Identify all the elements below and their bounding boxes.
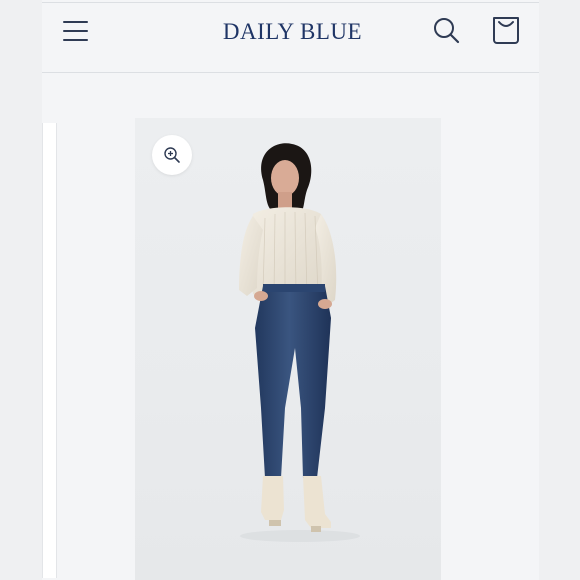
search-button[interactable] (430, 15, 464, 47)
thumbnail-strip[interactable] (42, 123, 57, 578)
page-margin-left (0, 0, 42, 580)
menu-button[interactable] (60, 16, 92, 46)
product-image[interactable] (135, 118, 441, 580)
page-margin-right (539, 0, 580, 580)
brand-logo[interactable]: DAILY BLUE (200, 16, 385, 48)
search-icon (434, 18, 460, 44)
header-divider-bottom (42, 72, 539, 73)
zoom-in-icon (164, 147, 180, 163)
zoom-button[interactable] (152, 135, 192, 175)
cart-button[interactable] (488, 13, 524, 47)
model-photo (239, 143, 360, 542)
shopping-bag-icon (493, 17, 519, 44)
